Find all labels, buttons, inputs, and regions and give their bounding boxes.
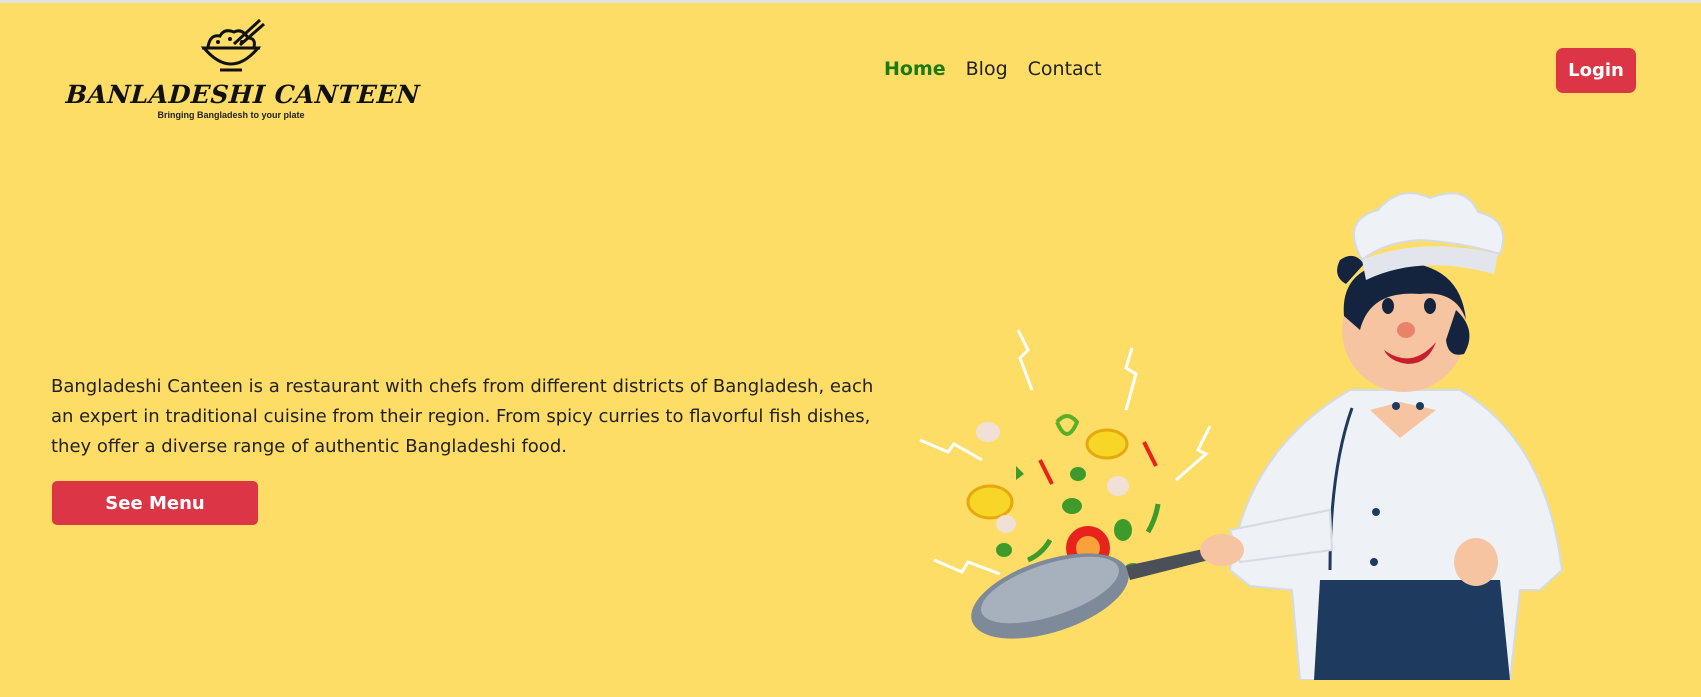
- nav-home-link[interactable]: Home: [884, 58, 946, 80]
- brand-logo[interactable]: BANLADESHI CANTEEN Bringing Bangladesh t…: [64, 18, 421, 128]
- browser-top-border: [0, 0, 1701, 3]
- nav-contact-link[interactable]: Contact: [1028, 58, 1102, 80]
- see-menu-button[interactable]: See Menu: [52, 481, 258, 525]
- login-button[interactable]: Login: [1556, 48, 1636, 93]
- main-nav: Home Blog Contact: [884, 58, 1102, 80]
- rice-bowl-chopsticks-icon: [200, 18, 265, 72]
- chef-illustration: [919, 192, 1564, 680]
- brand-tagline: Bringing Bangladesh to your plate: [157, 110, 305, 120]
- hero-description: Bangladeshi Canteen is a restaurant with…: [51, 376, 874, 457]
- landing-page: BANLADESHI CANTEEN Bringing Bangladesh t…: [0, 0, 1701, 697]
- nav-blog-link[interactable]: Blog: [966, 58, 1008, 80]
- brand-name: BANLADESHI CANTEEN: [64, 80, 421, 109]
